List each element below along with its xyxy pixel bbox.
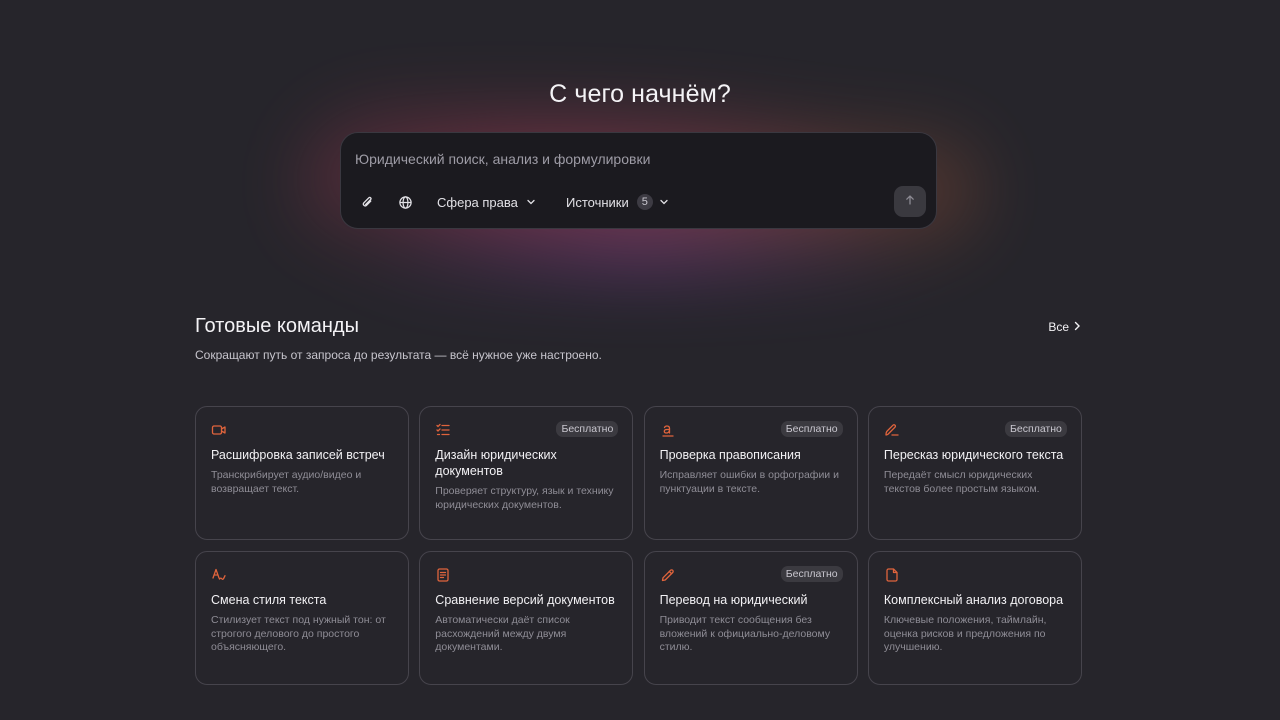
card-description: Транскрибирует аудио/видео и возвращает …: [211, 469, 362, 495]
card-description: Передаёт смысл юридических текстов более…: [883, 469, 1040, 495]
card-title: Комплексный анализ договора: [883, 593, 1064, 607]
card-description: Приводит текст сообщения без вложений к …: [659, 614, 831, 653]
search-input[interactable]: [355, 149, 915, 169]
card-title: Расшифровка записей встреч: [211, 448, 385, 462]
chevron-down-icon: [526, 197, 536, 207]
card-title: Дизайн юридических документов: [435, 448, 557, 478]
command-card[interactable]: Комплексный анализ договора Ключевые пол…: [867, 551, 1082, 685]
chevron-down-icon: [659, 197, 669, 207]
free-badge: Бесплатно: [556, 421, 619, 437]
attach-button[interactable]: [354, 189, 380, 215]
sources-dropdown[interactable]: Источники 5: [566, 189, 669, 215]
command-card[interactable]: Сравнение версий документов Автоматическ…: [419, 551, 634, 685]
paperclip-icon: [360, 195, 375, 210]
card-title: Смена стиля текста: [211, 593, 327, 607]
free-badge: Бесплатно: [780, 421, 843, 437]
free-badge: Бесплатно: [1005, 421, 1067, 437]
card-description: Ключевые положения, таймлайн, оценка рис…: [883, 614, 1047, 653]
globe-icon: [398, 195, 413, 210]
arrow-up-icon: [904, 193, 916, 211]
command-card[interactable]: Бесплатно Дизайн юридических документов …: [419, 406, 634, 540]
chevron-right-icon: [1073, 320, 1081, 334]
see-all-label: Все: [1048, 320, 1069, 334]
card-title: Проверка правописания: [659, 448, 801, 462]
checklist-icon: [435, 422, 451, 438]
command-card[interactable]: Бесплатно Проверка правописания Исправля…: [643, 406, 858, 540]
command-card[interactable]: Бесплатно Пересказ юридического текста П…: [867, 406, 1082, 540]
card-description: Автоматически даёт список расхождений ме…: [435, 614, 570, 653]
command-card[interactable]: Расшифровка записей встреч Транскрибируе…: [195, 406, 409, 540]
pen-icon: [884, 422, 900, 438]
page: С чего начнём? Сфера права Источники: [0, 0, 1280, 720]
pencil-icon: [660, 567, 676, 583]
video-camera-icon: [211, 422, 227, 438]
card-description: Проверяет структуру, язык и технику юрид…: [435, 485, 614, 511]
card-description: Стилизует текст под нужный тон: от строг…: [211, 614, 386, 653]
send-button[interactable]: [894, 186, 926, 217]
card-title: Перевод на юридический: [659, 593, 808, 607]
section-subtitle: Сокращают путь от запроса до результата …: [195, 348, 602, 362]
commands-grid: Расшифровка записей встреч Транскрибируе…: [195, 406, 1082, 685]
law-area-label: Сфера права: [437, 194, 518, 210]
card-description: Исправляет ошибки в орфографии и пунктуа…: [659, 469, 839, 495]
spellcheck-icon: [660, 422, 676, 438]
command-card[interactable]: Смена стиля текста Стилизует текст под н…: [195, 551, 409, 685]
text-style-icon: [211, 567, 227, 583]
page-title: С чего начнём?: [549, 80, 731, 108]
file-icon: [884, 567, 900, 583]
law-area-dropdown[interactable]: Сфера права: [437, 189, 536, 215]
see-all-link[interactable]: Все: [1048, 320, 1081, 334]
free-badge: Бесплатно: [780, 566, 843, 582]
card-title: Пересказ юридического текста: [883, 448, 1064, 462]
section-title: Готовые команды: [195, 315, 359, 337]
web-search-button[interactable]: [392, 189, 418, 215]
sources-count-badge: 5: [636, 194, 653, 210]
sources-label: Источники: [566, 194, 629, 210]
document-icon: [435, 567, 451, 583]
card-title: Сравнение версий документов: [435, 593, 615, 607]
command-card[interactable]: Бесплатно Перевод на юридический Приводи…: [643, 551, 858, 685]
